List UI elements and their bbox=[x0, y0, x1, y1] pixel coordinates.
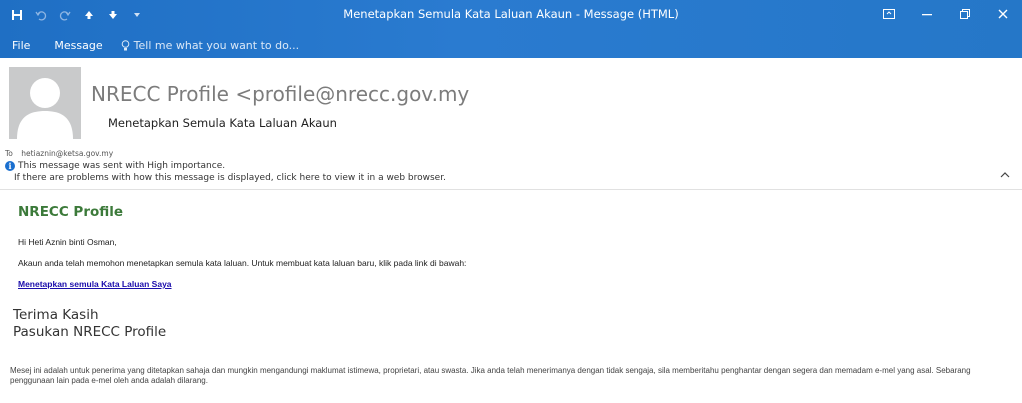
quick-access-toolbar bbox=[6, 5, 150, 25]
lightbulb-icon bbox=[121, 39, 129, 50]
close-icon[interactable] bbox=[984, 0, 1022, 28]
undo-icon[interactable] bbox=[30, 5, 52, 25]
tell-me-text: Tell me what you want to do... bbox=[133, 38, 300, 52]
window-controls bbox=[870, 0, 1022, 28]
body-paragraph: Akaun anda telah memohon menetapkan semu… bbox=[18, 258, 467, 268]
message-body: NRECC Profile Hi Heti Aznin binti Osman,… bbox=[0, 190, 1022, 403]
tab-message[interactable]: Message bbox=[42, 39, 114, 52]
window-title: Menetapkan Semula Kata Laluan Akaun - Me… bbox=[343, 7, 679, 21]
sender-name: NRECC Profile <profile@nrecc.gov.my bbox=[91, 82, 470, 106]
view-in-browser-link[interactable]: If there are problems with how this mess… bbox=[14, 173, 446, 183]
save-icon[interactable] bbox=[6, 5, 28, 25]
collapse-header-button[interactable] bbox=[998, 168, 1012, 182]
minimize-icon[interactable] bbox=[908, 0, 946, 28]
avatar bbox=[9, 67, 81, 139]
infobar: i This message was sent with High import… bbox=[5, 153, 446, 183]
reset-password-link[interactable]: Menetapkan semula Kata Laluan Saya bbox=[18, 279, 172, 289]
signature: Terima Kasih Pasukan NRECC Profile bbox=[13, 307, 166, 341]
info-icon: i bbox=[5, 161, 15, 171]
down-arrow-icon[interactable] bbox=[102, 5, 124, 25]
disclaimer: Mesej ini adalah untuk penerima yang dit… bbox=[10, 366, 971, 385]
up-arrow-icon[interactable] bbox=[78, 5, 100, 25]
tab-file[interactable]: File bbox=[0, 39, 42, 52]
title-bar: Menetapkan Semula Kata Laluan Akaun - Me… bbox=[0, 0, 1022, 58]
message-subject: Menetapkan Semula Kata Laluan Akaun bbox=[108, 116, 337, 130]
importance-notice: This message was sent with High importan… bbox=[18, 161, 226, 171]
ribbon-display-options-icon[interactable] bbox=[870, 0, 908, 28]
customize-icon[interactable] bbox=[126, 5, 148, 25]
brand-heading: NRECC Profile bbox=[18, 204, 124, 220]
greeting: Hi Heti Aznin binti Osman, bbox=[18, 237, 117, 247]
signature-thanks: Terima Kasih bbox=[13, 307, 99, 323]
ribbon-tabs: File Message Tell me what you want to do… bbox=[0, 34, 299, 56]
restore-icon[interactable] bbox=[946, 0, 984, 28]
redo-icon[interactable] bbox=[54, 5, 76, 25]
message-header: NRECC Profile <profile@nrecc.gov.my Mene… bbox=[0, 58, 1022, 191]
signature-team: Pasukan NRECC Profile bbox=[13, 324, 167, 340]
chevron-up-icon bbox=[1000, 172, 1010, 178]
tell-me-box[interactable]: Tell me what you want to do... bbox=[115, 38, 300, 52]
